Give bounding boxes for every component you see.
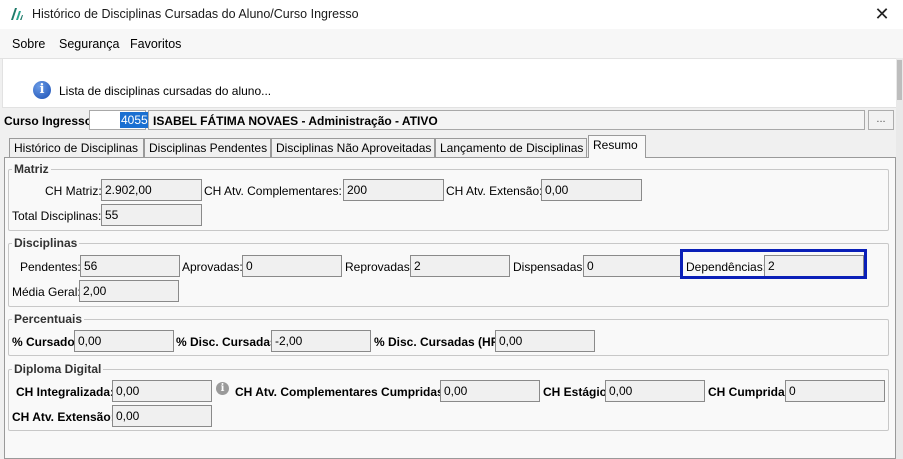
ch-atv-complementares-cumpridas-field[interactable]: 0,00 <box>440 380 540 402</box>
percentuais-title: Percentuais <box>12 312 85 326</box>
reprovadas-field[interactable]: 2 <box>410 255 510 277</box>
percent-disc-cursadas-label: % Disc. Cursadas: <box>176 335 281 349</box>
percent-cursado-field[interactable]: 0,00 <box>74 330 174 352</box>
percent-disc-cursadas-field[interactable]: -2,00 <box>271 330 371 352</box>
menu-sobre[interactable]: Sobre <box>12 37 45 51</box>
info-icon: i <box>33 81 51 99</box>
ch-atv-extensao-label: CH Atv. Extensão: <box>446 184 543 198</box>
ch-matriz-label: CH Matriz: <box>45 184 102 198</box>
info-message: Lista de disciplinas cursadas do aluno..… <box>59 84 272 98</box>
ch-atv-complementares-cumpridas-label: CH Atv. Complementares Cumpridas: <box>235 385 448 399</box>
menu-bar: Sobre Segurança Favoritos <box>0 29 903 59</box>
ch-matriz-field[interactable]: 2.902,00 <box>101 179 202 201</box>
ch-atv-complementares-field[interactable]: 200 <box>343 179 444 201</box>
app-logo-icon <box>11 8 23 20</box>
matriz-title: Matriz <box>12 162 51 176</box>
curso-ingresso-label: Curso Ingresso: <box>4 114 97 128</box>
aprovadas-field[interactable]: 0 <box>242 255 342 277</box>
ch-atv-complementares-label: CH Atv. Complementares: <box>204 184 342 198</box>
tab-lancamento-disciplinas[interactable]: Lançamento de Disciplinas <box>435 138 587 157</box>
reprovadas-label: Reprovadas: <box>345 260 414 274</box>
percent-cursado-label: % Cursado: <box>12 335 79 349</box>
diploma-ch-atv-extensao-field[interactable]: 0,00 <box>112 405 212 427</box>
scrollbar-thumb[interactable] <box>897 60 902 100</box>
diploma-ch-atv-extensao-label: CH Atv. Extensão: <box>12 410 115 424</box>
curso-name-value: ISABEL FÁTIMA NOVAES - Administração - A… <box>153 114 438 128</box>
media-geral-field[interactable]: 2,00 <box>79 280 179 302</box>
info-hint-icon[interactable]: i <box>216 382 229 395</box>
menu-seguranca[interactable]: Segurança <box>59 37 119 51</box>
pendentes-field[interactable]: 56 <box>80 255 180 277</box>
tab-disciplinas-pendentes[interactable]: Disciplinas Pendentes <box>144 138 271 157</box>
vertical-scrollbar[interactable] <box>896 58 903 459</box>
disciplinas-title: Disciplinas <box>12 236 80 250</box>
ch-estagio-field[interactable]: 0,00 <box>605 380 705 402</box>
tab-historico-disciplinas[interactable]: Histórico de Disciplinas <box>9 138 144 157</box>
ch-atv-extensao-field[interactable]: 0,00 <box>541 179 642 201</box>
ch-integralizada-field[interactable]: 0,00 <box>112 380 212 402</box>
percent-disc-cursadas-hr-label: % Disc. Cursadas (HR): <box>374 335 508 349</box>
ch-integralizada-label: CH Integralizada: <box>16 385 115 399</box>
dispensadas-field[interactable]: 0 <box>583 255 683 277</box>
dependencias-highlight-box <box>680 249 867 279</box>
close-icon[interactable]: ✕ <box>868 2 896 26</box>
dispensadas-label: Dispensadas: <box>513 260 586 274</box>
window-title: Histórico de Disciplinas Cursadas do Alu… <box>32 7 359 21</box>
ch-cumprida-label: CH Cumprida: <box>708 385 789 399</box>
media-geral-label: Média Geral: <box>12 285 81 299</box>
menu-favoritos[interactable]: Favoritos <box>130 37 181 51</box>
curso-lookup-button[interactable]: ... <box>868 110 894 130</box>
curso-code-value[interactable]: 4055 <box>120 112 149 128</box>
tab-resumo[interactable]: Resumo <box>588 135 646 158</box>
aprovadas-label: Aprovadas: <box>182 260 243 274</box>
percent-disc-cursadas-hr-field[interactable]: 0,00 <box>495 330 595 352</box>
diploma-digital-title: Diploma Digital <box>12 362 104 376</box>
total-disciplinas-field[interactable]: 55 <box>101 204 202 226</box>
info-panel <box>2 58 897 108</box>
ch-cumprida-field[interactable]: 0 <box>785 380 885 402</box>
tab-disciplinas-nao-aproveitadas[interactable]: Disciplinas Não Aproveitadas <box>271 138 435 157</box>
ch-estagio-label: CH Estágio: <box>543 385 612 399</box>
total-disciplinas-label: Total Disciplinas: <box>12 209 102 223</box>
pendentes-label: Pendentes: <box>20 260 81 274</box>
